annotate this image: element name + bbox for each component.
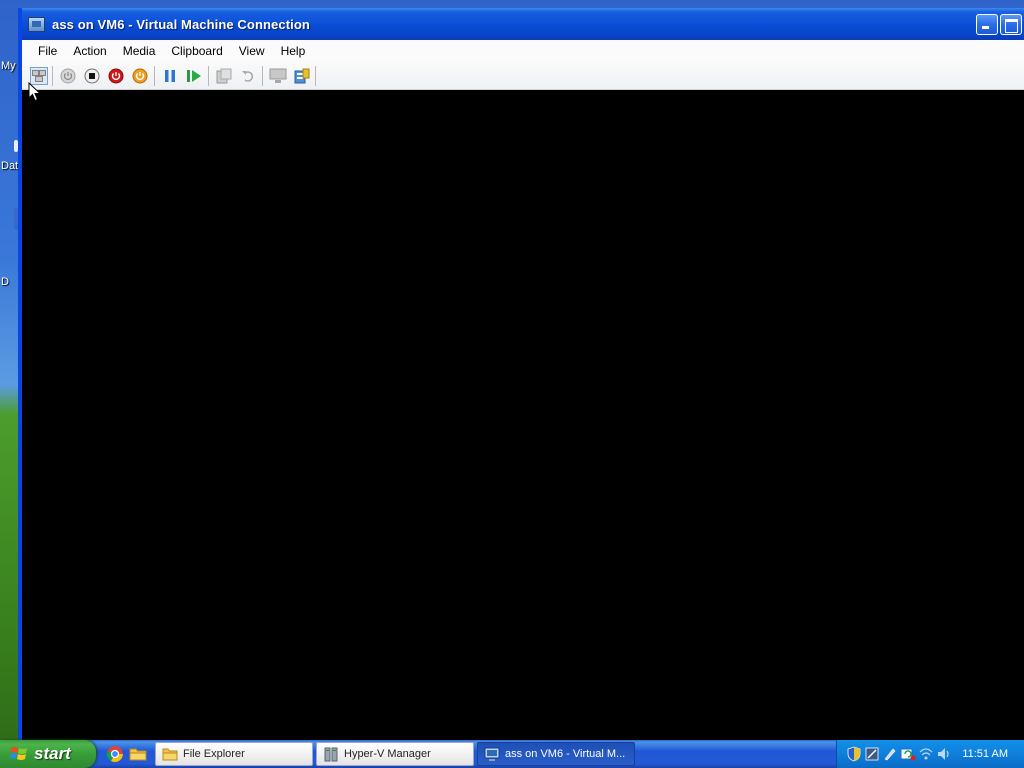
pause-button[interactable] <box>161 67 179 85</box>
sync-icon[interactable] <box>900 746 916 762</box>
task-label: ass on VM6 - Virtual M... <box>505 748 626 760</box>
shut-down-icon <box>108 68 124 84</box>
window-title: ass on VM6 - Virtual Machine Connection <box>52 16 310 32</box>
menu-file[interactable]: File <box>30 40 65 62</box>
enhanced-session-icon <box>269 68 287 83</box>
window-controls <box>976 14 1022 35</box>
resume-button[interactable] <box>185 67 203 85</box>
toolbar-separator <box>262 66 263 86</box>
desktop-icon-label[interactable]: My <box>1 60 16 72</box>
start-icon <box>60 68 76 84</box>
system-tray: 11:51 AM <box>836 740 1024 768</box>
desktop-icon-label[interactable]: D <box>1 276 9 288</box>
clock[interactable]: 11:51 AM <box>962 740 1008 768</box>
desktop-icon-label[interactable]: Dat <box>1 160 18 172</box>
title-bar[interactable]: ass on VM6 - Virtual Machine Connection <box>22 8 1024 40</box>
start-label: start <box>34 744 71 763</box>
revert-icon <box>242 71 254 82</box>
maximize-button[interactable] <box>1000 14 1022 35</box>
toolbar-separator <box>315 66 316 86</box>
pause-icon <box>165 70 175 82</box>
menu-action[interactable]: Action <box>65 40 114 62</box>
toolbar-separator <box>208 66 209 86</box>
save-state-button[interactable] <box>131 67 149 85</box>
vm-connection-app-icon <box>484 747 500 761</box>
menu-view[interactable]: View <box>231 40 273 62</box>
vm-settings-button[interactable] <box>293 67 311 85</box>
settings-icon <box>294 68 310 84</box>
network-tool-icon[interactable] <box>864 746 880 762</box>
turn-off-button[interactable] <box>83 67 101 85</box>
volume-icon[interactable] <box>936 746 952 762</box>
vm-connection-window: ass on VM6 - Virtual Machine Connection … <box>18 8 1024 740</box>
vm-display[interactable] <box>22 90 1024 740</box>
task-file-explorer[interactable]: File Explorer <box>155 742 313 766</box>
wireless-icon[interactable] <box>918 746 934 762</box>
snapshot-button[interactable] <box>215 67 233 85</box>
hyper-v-manager-icon <box>324 747 338 761</box>
shut-down-button[interactable] <box>107 67 125 85</box>
menu-help[interactable]: Help <box>273 40 314 62</box>
mouse-cursor-icon <box>28 82 42 102</box>
folder-icon <box>162 748 178 760</box>
vm-connection-app-icon <box>28 16 45 32</box>
menu-bar: File Action Media Clipboard View Help <box>22 40 1024 62</box>
folder-icon[interactable] <box>129 745 147 763</box>
turn-off-icon <box>84 68 100 84</box>
start-button[interactable]: start <box>0 740 96 768</box>
toolbar-separator <box>52 66 53 86</box>
menu-media[interactable]: Media <box>115 40 164 62</box>
toolbar-separator <box>154 66 155 86</box>
revert-button[interactable] <box>239 67 257 85</box>
snapshot-icon <box>216 68 232 84</box>
pen-icon[interactable] <box>882 746 898 762</box>
enhanced-session-button[interactable] <box>269 67 287 85</box>
resume-icon <box>187 70 201 82</box>
task-hyper-v-manager[interactable]: Hyper-V Manager <box>316 742 474 766</box>
taskbar: start File Explorer Hyper-V Manager ass … <box>0 740 1024 768</box>
chrome-icon[interactable] <box>106 745 124 763</box>
menu-clipboard[interactable]: Clipboard <box>163 40 230 62</box>
toolbar <box>22 62 1024 90</box>
task-vm-connection[interactable]: ass on VM6 - Virtual M... <box>477 742 635 766</box>
security-shield-icon[interactable] <box>846 746 862 762</box>
ctrl-alt-del-icon <box>32 70 46 82</box>
save-state-icon <box>132 68 148 84</box>
task-label: File Explorer <box>183 748 245 760</box>
windows-flag-icon <box>10 747 27 760</box>
start-button[interactable] <box>59 67 77 85</box>
minimize-button[interactable] <box>976 14 998 35</box>
task-label: Hyper-V Manager <box>344 748 431 760</box>
